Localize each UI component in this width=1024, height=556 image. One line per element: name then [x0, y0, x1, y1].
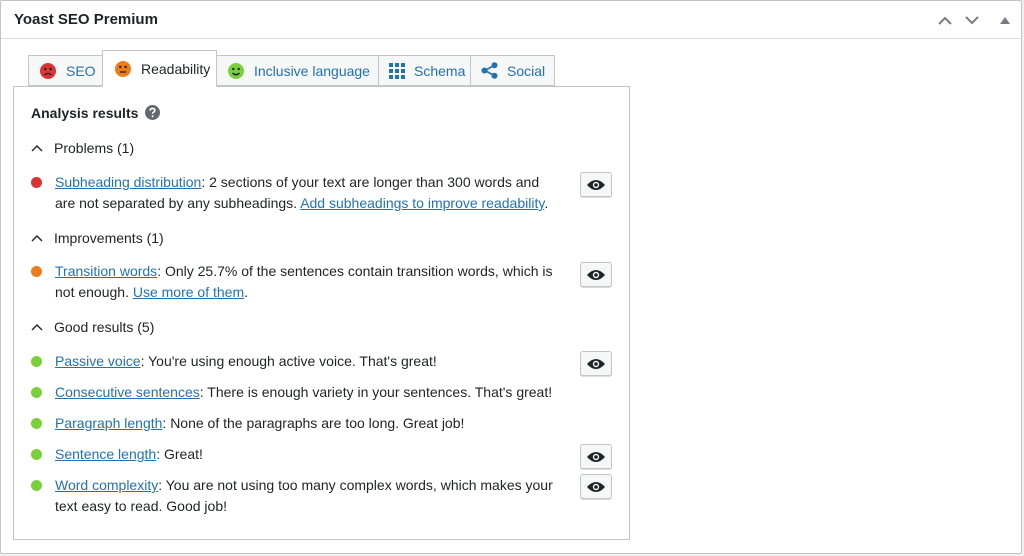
- good-bullet-icon: [31, 418, 42, 429]
- chevron-up-icon: [31, 324, 43, 331]
- list-item: Consecutive sentences: There is enough v…: [31, 382, 561, 403]
- eye-icon: [587, 269, 605, 280]
- add-subheadings-link[interactable]: Add subheadings to improve readability: [300, 195, 544, 211]
- highlight-passive-voice-button[interactable]: [580, 351, 612, 376]
- problems-toggle[interactable]: Problems (1): [31, 140, 134, 156]
- word-complexity-link[interactable]: Word complexity: [55, 477, 158, 493]
- result-text: Word complexity: You are not using too m…: [55, 477, 553, 514]
- good-bullet-icon: [31, 356, 42, 367]
- eye-icon: [587, 451, 605, 462]
- help-icon[interactable]: [145, 105, 160, 120]
- tab-readability[interactable]: Readability: [102, 50, 217, 87]
- consecutive-sentences-link[interactable]: Consecutive sentences: [55, 384, 200, 400]
- list-item: Transition words: Only 25.7% of the sent…: [31, 261, 561, 303]
- tab-social[interactable]: Social: [470, 55, 555, 86]
- result-text: Subheading distribution: 2 sections of y…: [55, 174, 549, 211]
- list-item: Word complexity: You are not using too m…: [31, 475, 561, 517]
- eye-icon: [587, 358, 605, 369]
- result-text: Passive voice: You're using enough activ…: [55, 353, 437, 369]
- collapse-toggle-icon[interactable]: [995, 10, 1015, 30]
- tab-label: Readability: [141, 60, 211, 77]
- problems-heading: Problems (1): [54, 140, 135, 156]
- share-icon: [481, 62, 498, 79]
- list-item: Paragraph length: None of the paragraphs…: [31, 413, 561, 434]
- result-text: Paragraph length: None of the paragraphs…: [55, 415, 465, 431]
- list-item: Sentence length: Great!: [31, 444, 561, 465]
- chevron-up-icon: [31, 235, 43, 242]
- happy-face-icon: [227, 62, 245, 80]
- improvements-toggle[interactable]: Improvements (1): [31, 230, 164, 246]
- problem-bullet-icon: [31, 177, 42, 188]
- subheading-distribution-link[interactable]: Subheading distribution: [55, 174, 201, 190]
- paragraph-length-link[interactable]: Paragraph length: [55, 415, 162, 431]
- passive-voice-link[interactable]: Passive voice: [55, 353, 141, 369]
- analysis-results-title: Analysis results: [31, 105, 139, 121]
- list-item: Subheading distribution: 2 sections of y…: [31, 172, 561, 214]
- sad-face-icon: [39, 62, 57, 80]
- neutral-face-icon: [114, 60, 132, 78]
- grid-icon: [389, 62, 405, 79]
- transition-words-link[interactable]: Transition words: [55, 263, 157, 279]
- good-bullet-icon: [31, 387, 42, 398]
- tab-label: SEO: [66, 62, 96, 79]
- move-up-icon[interactable]: [935, 10, 955, 30]
- tab-label: Schema: [414, 62, 466, 79]
- tab-seo[interactable]: SEO: [28, 55, 103, 86]
- result-text: Transition words: Only 25.7% of the sent…: [55, 263, 553, 300]
- result-text: Sentence length: Great!: [55, 446, 203, 462]
- highlight-subheading-button[interactable]: [580, 172, 612, 197]
- eye-icon: [587, 179, 605, 190]
- sentence-length-link[interactable]: Sentence length: [55, 446, 156, 462]
- result-text: Consecutive sentences: There is enough v…: [55, 384, 553, 400]
- good-results-toggle[interactable]: Good results (5): [31, 319, 154, 335]
- tab-label: Inclusive language: [254, 62, 370, 79]
- eye-icon: [587, 481, 605, 492]
- chevron-up-icon: [31, 145, 43, 152]
- highlight-word-complexity-button[interactable]: [580, 474, 612, 499]
- highlight-sentence-length-button[interactable]: [580, 444, 612, 469]
- improvements-heading: Improvements (1): [54, 230, 164, 246]
- tab-label: Social: [507, 62, 546, 79]
- metabox-title: Yoast SEO Premium: [14, 11, 158, 28]
- good-results-heading: Good results (5): [54, 319, 155, 335]
- move-down-icon[interactable]: [962, 10, 982, 30]
- good-bullet-icon: [31, 480, 42, 491]
- tab-inclusive-language[interactable]: Inclusive language: [216, 55, 379, 86]
- metabox-header: Yoast SEO Premium: [1, 1, 1021, 39]
- use-more-link[interactable]: Use more of them: [133, 284, 244, 300]
- good-bullet-icon: [31, 449, 42, 460]
- tab-schema[interactable]: Schema: [378, 55, 471, 86]
- improvement-bullet-icon: [31, 266, 42, 277]
- highlight-transition-button[interactable]: [580, 262, 612, 287]
- list-item: Passive voice: You're using enough activ…: [31, 351, 561, 372]
